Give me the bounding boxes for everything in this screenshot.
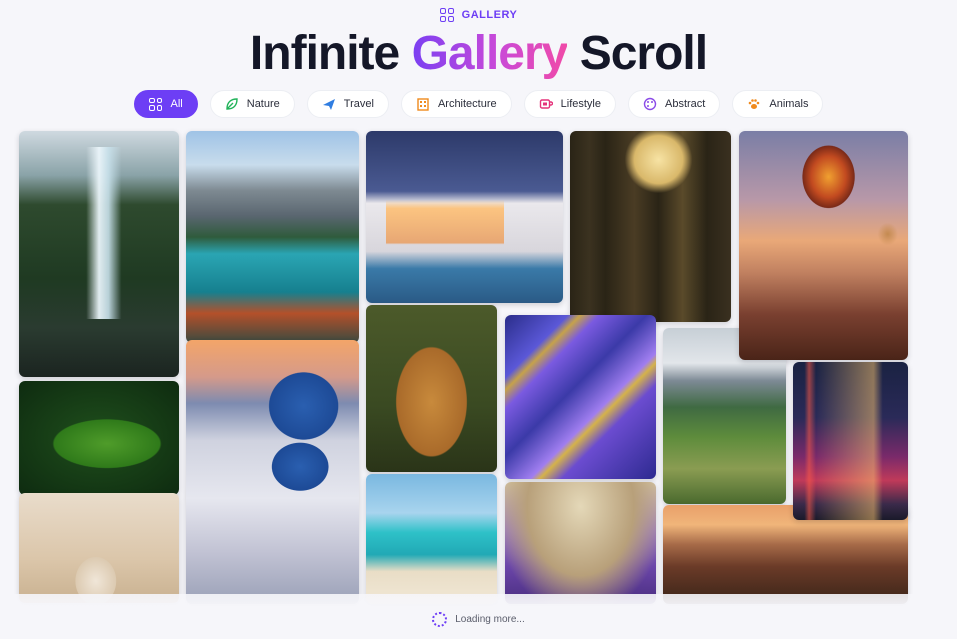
beach-image[interactable] [366,474,497,604]
filter-architecture[interactable]: Architecture [400,90,512,118]
title-accent: Gallery [411,27,569,80]
loading-indicator: Loading more... [0,612,957,627]
leaf-image[interactable] [19,381,179,495]
leaf-icon [225,97,239,111]
filter-travel[interactable]: Travel [306,90,389,118]
filter-label: Architecture [437,98,497,110]
modern-house-image[interactable] [366,131,563,303]
santorini-image[interactable] [186,340,359,604]
palette-icon [643,97,657,111]
purple-marble-image[interactable] [505,315,656,479]
coffee-icon [539,97,553,111]
filter-label: Abstract [665,98,706,110]
lavender-image[interactable] [505,482,656,604]
paw-icon [747,97,761,111]
loading-label: Loading more... [455,614,525,625]
hot-air-balloons-image[interactable] [739,131,908,360]
vase-image[interactable] [19,493,179,603]
waterfall-image[interactable] [19,131,179,377]
title-part: Scroll [567,27,708,80]
mountain-lake-image[interactable] [186,131,359,343]
filter-label: Lifestyle [560,98,601,110]
filter-label: Travel [343,98,374,110]
filter-bar: All Nature Travel Architecture Lifestyle… [0,90,957,118]
building-icon [416,97,430,111]
forest-path-image[interactable] [570,131,731,322]
plane-icon [322,97,336,111]
filter-label: All [170,98,183,110]
eyebrow-label: GALLERY [461,9,518,21]
title-part: Infinite [249,27,412,80]
filter-animals[interactable]: Animals [732,90,824,118]
filter-nature[interactable]: Nature [209,90,295,118]
spinner-icon [432,612,448,627]
gallery-eyebrow: GALLERY [0,8,957,22]
page-title: Infinite Gallery Scroll [0,26,957,82]
filter-all[interactable]: All [133,90,198,118]
grid-icon [149,97,163,111]
filter-label: Nature [246,98,280,110]
filter-abstract[interactable]: Abstract [628,90,721,118]
golden-retriever-image[interactable] [366,305,497,472]
city-night-image[interactable] [793,362,908,520]
filter-lifestyle[interactable]: Lifestyle [523,90,616,118]
grid-icon [439,8,454,22]
filter-label: Animals [769,98,809,110]
